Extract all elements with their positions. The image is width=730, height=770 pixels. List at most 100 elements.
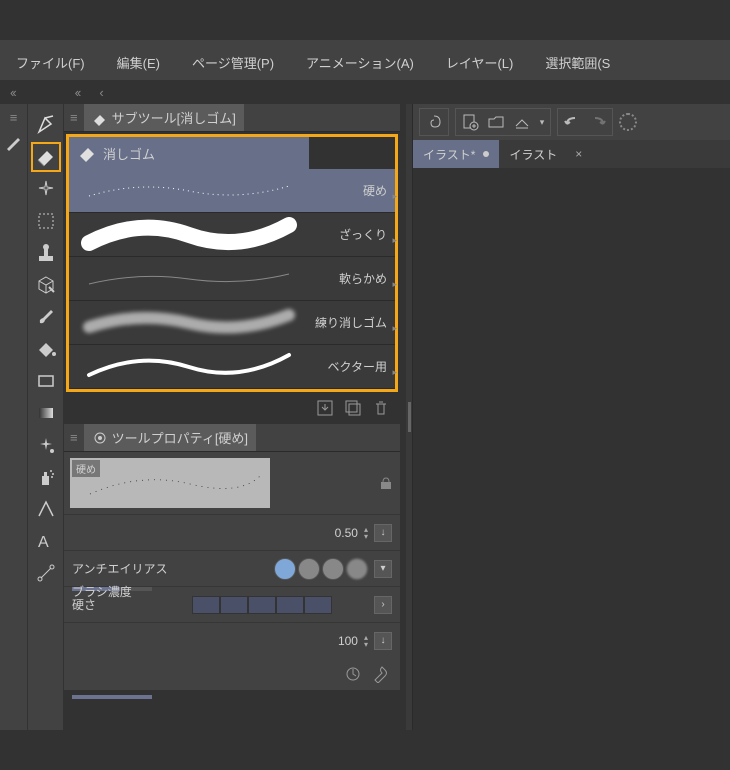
- stamp-tool-icon[interactable]: [31, 238, 61, 268]
- menu-layer[interactable]: レイヤー(L): [430, 45, 530, 80]
- sparkle-tool-icon[interactable]: [31, 174, 61, 204]
- menu-animation[interactable]: アニメーション(A): [290, 45, 430, 80]
- gradient-tool-icon[interactable]: [31, 398, 61, 428]
- menu-page[interactable]: ページ管理(P): [176, 45, 290, 80]
- hamburger-icon[interactable]: ≡: [64, 430, 84, 445]
- stroke-preview-icon: [79, 176, 299, 206]
- prop-density[interactable]: ブラシ濃度 100 ▴▾ ↓: [64, 622, 400, 658]
- duplicate-icon[interactable]: [344, 399, 362, 417]
- aa-option[interactable]: [322, 558, 344, 580]
- subtool-tab[interactable]: サブツール[消しゴム]: [84, 104, 244, 131]
- ruler-tool-icon[interactable]: [31, 558, 61, 588]
- rect-tool-icon[interactable]: [31, 366, 61, 396]
- brush-label: 練り消しゴム: [315, 314, 387, 331]
- chevron-right-icon[interactable]: ▸: [392, 279, 397, 290]
- cube-cursor-icon[interactable]: [31, 270, 61, 300]
- save-icon[interactable]: [510, 111, 534, 133]
- undo-icon[interactable]: [560, 111, 584, 133]
- spinner-icon[interactable]: ▴▾: [364, 634, 368, 648]
- brush-item-vector[interactable]: ベクター用 ▸: [69, 345, 395, 389]
- panel-collapse-icon[interactable]: ‹‹: [65, 85, 90, 100]
- density-slider[interactable]: [72, 695, 152, 699]
- prop-brush-size[interactable]: ブラシサイズ 0.50 ▴▾ ↓: [64, 514, 400, 550]
- prop-value: 0.50: [335, 526, 358, 540]
- brush-label: ベクター用: [327, 358, 387, 375]
- document-tabs: イラスト* イラスト ×: [413, 140, 730, 168]
- line-tool-icon[interactable]: [31, 494, 61, 524]
- hamburger-icon[interactable]: ≡: [4, 110, 24, 125]
- brush-label: ざっくり: [339, 226, 387, 243]
- panel-collapse-icon[interactable]: ‹‹: [0, 85, 25, 100]
- chevron-right-icon[interactable]: ▸: [392, 323, 397, 334]
- expand-icon[interactable]: ›: [374, 596, 392, 614]
- hamburger-icon[interactable]: ≡: [64, 110, 84, 125]
- menu-file[interactable]: ファイル(F): [0, 45, 101, 80]
- pressure-icon[interactable]: ↓: [374, 524, 392, 542]
- tool-property-label: ツールプロパティ[硬め]: [112, 428, 248, 447]
- eraser-icon: [92, 110, 108, 126]
- marquee-tool-icon[interactable]: [31, 206, 61, 236]
- pen-nib-icon[interactable]: [31, 110, 61, 140]
- dropdown-icon[interactable]: ▾: [374, 560, 392, 578]
- pressure-icon[interactable]: ↓: [374, 632, 392, 650]
- swirl-icon[interactable]: [422, 111, 446, 133]
- menu-selection[interactable]: 選択範囲(S: [529, 45, 626, 80]
- gear-sparkle-icon: [92, 430, 108, 446]
- download-icon[interactable]: [316, 399, 334, 417]
- chevron-right-icon[interactable]: ▸: [392, 235, 397, 246]
- close-icon[interactable]: ×: [575, 147, 582, 161]
- brush-tool-icon[interactable]: [31, 302, 61, 332]
- hardness-seg[interactable]: [220, 596, 248, 614]
- menu-edit[interactable]: 編集(E): [101, 45, 176, 80]
- aa-option[interactable]: [298, 558, 320, 580]
- hardness-seg[interactable]: [276, 596, 304, 614]
- chevron-row: ‹‹ ‹‹ ‹: [0, 80, 730, 104]
- reset-icon[interactable]: [344, 665, 362, 683]
- spray-tool-icon[interactable]: [31, 462, 61, 492]
- pen-tab-icon[interactable]: [0, 127, 29, 157]
- svg-text:A: A: [38, 534, 49, 551]
- doc-tab[interactable]: イラスト ×: [499, 140, 592, 168]
- lock-icon[interactable]: [378, 475, 394, 491]
- new-doc-icon[interactable]: [458, 111, 482, 133]
- prop-label: ブラシ濃度: [72, 583, 152, 693]
- stroke-preview-icon: [79, 264, 299, 294]
- brush-label: 軟らかめ: [339, 270, 387, 287]
- bucket-tool-icon[interactable]: [31, 334, 61, 364]
- stroke-preview-icon: [79, 305, 299, 341]
- subtool-panel: ≡ サブツール[消しゴム] 消しゴム 硬め ▸: [64, 104, 400, 424]
- subtool-group-tab[interactable]: 消しゴム: [69, 137, 309, 169]
- eraser-icon: [77, 143, 97, 163]
- brush-item-kneaded[interactable]: 練り消しゴム ▸: [69, 301, 395, 345]
- wrench-icon[interactable]: [372, 665, 390, 683]
- text-tool-icon[interactable]: A: [31, 526, 61, 556]
- hardness-seg[interactable]: [248, 596, 276, 614]
- chevron-down-icon[interactable]: ▾: [536, 111, 548, 133]
- brush-item-rough[interactable]: ざっくり ▸: [69, 213, 395, 257]
- brush-item-soft[interactable]: 軟らかめ ▸: [69, 257, 395, 301]
- effect-tool-icon[interactable]: [31, 430, 61, 460]
- loading-icon: [619, 113, 637, 131]
- aa-option[interactable]: [346, 558, 368, 580]
- panel-collapse-icon[interactable]: ‹: [89, 85, 111, 100]
- trash-icon[interactable]: [372, 399, 390, 417]
- subtool-tab-label: サブツール[消しゴム]: [112, 108, 236, 127]
- doc-tab-active[interactable]: イラスト*: [413, 140, 499, 168]
- hardness-seg[interactable]: [304, 596, 332, 614]
- brush-item-hard[interactable]: 硬め ▸: [69, 169, 395, 213]
- stroke-preview-icon: [79, 349, 299, 385]
- open-icon[interactable]: [484, 111, 508, 133]
- eraser-tool-icon[interactable]: [31, 142, 61, 172]
- canvas-toolbar: ▾: [413, 104, 730, 140]
- spinner-icon[interactable]: ▴▾: [364, 526, 368, 540]
- chevron-right-icon[interactable]: ▸: [392, 367, 397, 378]
- hardness-seg[interactable]: [192, 596, 220, 614]
- preview-badge: 硬め: [72, 460, 100, 477]
- prop-label: アンチエイリアス: [72, 560, 182, 577]
- tool-column: A: [28, 104, 64, 730]
- tool-property-tab[interactable]: ツールプロパティ[硬め]: [84, 424, 256, 451]
- subtool-group-label: 消しゴム: [103, 144, 155, 163]
- chevron-right-icon[interactable]: ▸: [392, 191, 397, 202]
- redo-icon[interactable]: [586, 111, 610, 133]
- aa-option[interactable]: [274, 558, 296, 580]
